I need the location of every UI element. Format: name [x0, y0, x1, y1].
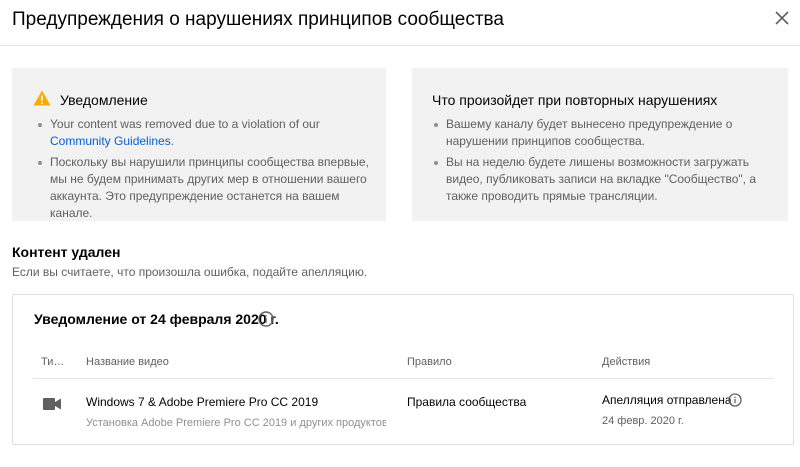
notice-bullets: Your content was removed due to a violat…: [36, 116, 376, 226]
notice-card: Уведомление Your content was removed due…: [12, 68, 386, 221]
violated-rule: Правила сообщества: [407, 395, 527, 409]
notice-bullet-1: Your content was removed due to a violat…: [36, 116, 376, 150]
close-button[interactable]: [770, 6, 794, 30]
appeal-date: 24 февр. 2020 г.: [602, 415, 684, 427]
content-removed-subtitle: Если вы считаете, что произошла ошибка, …: [12, 265, 368, 279]
table-row[interactable]: Windows 7 & Adobe Premiere Pro CC 2019 У…: [33, 379, 774, 445]
dialog-title: Предупреждения о нарушениях принципов со…: [12, 9, 504, 30]
appeal-status: Апелляция отправлена: [602, 393, 732, 407]
video-description: Установка Adobe Premiere Pro CC 2019 и д…: [86, 417, 386, 429]
repeat-violation-bullets: Вашему каналу будет вынесено предупрежде…: [432, 116, 778, 209]
warning-icon: [33, 90, 51, 106]
table-header: Ти… Название видео Правило Действия: [33, 345, 774, 379]
dialog-header: Предупреждения о нарушениях принципов со…: [0, 0, 800, 46]
repeat-violation-heading: Что произойдет при повторных нарушениях: [432, 92, 718, 108]
notice-bullet-2: Поскольку вы нарушили принципы сообществ…: [36, 154, 376, 222]
notice-heading: Уведомление: [60, 92, 148, 108]
repeat-bullet-1: Вашему каналу будет вынесено предупрежде…: [432, 116, 778, 150]
notice-date-title: Уведомление от 24 февраля 2020 г.: [34, 311, 279, 327]
column-type: Ти…: [41, 356, 65, 368]
notice-box: Уведомление от 24 февраля 2020 г. Ти… На…: [12, 294, 794, 445]
strike-table: Ти… Название видео Правило Действия Wind…: [33, 345, 774, 445]
repeat-violation-card: Что произойдет при повторных нарушениях …: [412, 68, 788, 221]
repeat-bullet-2: Вы на неделю будете лишены возможности з…: [432, 154, 778, 205]
video-camera-icon: [43, 398, 61, 410]
column-video-name: Название видео: [86, 356, 169, 368]
column-actions: Действия: [602, 356, 651, 368]
info-icon[interactable]: [728, 393, 742, 407]
info-icon[interactable]: [258, 311, 274, 327]
close-icon: [775, 11, 789, 25]
content-removed-title: Контент удален: [12, 244, 121, 260]
column-rule: Правило: [407, 356, 452, 368]
community-guidelines-link[interactable]: Community Guidelines: [50, 134, 171, 148]
video-title[interactable]: Windows 7 & Adobe Premiere Pro CC 2019: [86, 395, 318, 409]
